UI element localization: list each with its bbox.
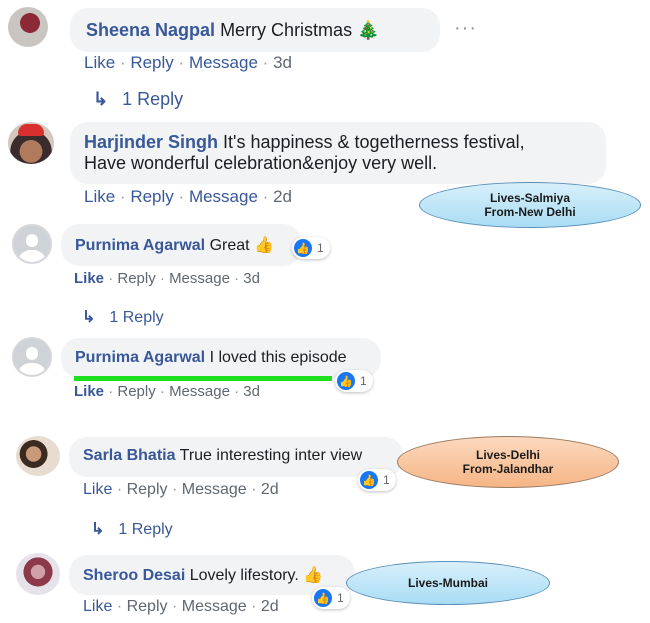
- commenter-name-6[interactable]: Sheroo Desai: [83, 567, 185, 584]
- message-button[interactable]: Message: [189, 53, 258, 72]
- reply-button[interactable]: Reply: [130, 187, 173, 206]
- annotation-delhi: Lives-Delhi From-Jalandhar: [397, 436, 619, 488]
- message-button[interactable]: Message: [182, 598, 247, 615]
- comment-text-4: I loved this episode: [209, 349, 347, 366]
- comment-bubble-4: Purnima Agarwal I loved this episode: [61, 338, 381, 378]
- reply-arrow-icon: ↳: [91, 521, 105, 538]
- comment-actions-4: Like · Reply · Message · 3d: [74, 383, 260, 400]
- avatar-purnima-2[interactable]: [12, 337, 52, 377]
- reaction-count-4[interactable]: 👍 1: [335, 370, 373, 392]
- like-button[interactable]: Like: [84, 187, 115, 206]
- view-replies-1[interactable]: ↳ 1 Reply: [93, 89, 183, 110]
- reaction-count-6[interactable]: 👍 1: [312, 587, 350, 609]
- like-reaction-icon: 👍: [294, 239, 312, 257]
- comment-text-6: Lovely lifestory.: [189, 567, 299, 584]
- tree-emoji-icon: 🎄: [357, 20, 380, 40]
- comment-actions-2: Like · Reply · Message · 2d: [84, 187, 292, 206]
- timestamp: 2d: [260, 481, 279, 498]
- like-reaction-icon: 👍: [314, 589, 332, 607]
- annotation-mumbai: Lives-Mumbai: [346, 561, 550, 605]
- reaction-count-5[interactable]: 👍 1: [358, 469, 396, 491]
- commenter-name-5[interactable]: Sarla Bhatia: [83, 447, 175, 464]
- comment-actions-5: Like · Reply · Message · 2d: [83, 481, 279, 498]
- comment-text-2a: It's happiness & togetherness festival,: [223, 132, 525, 152]
- comment-actions-6: Like · Reply · Message · 2d: [83, 598, 279, 615]
- avatar-harjinder[interactable]: [8, 122, 54, 164]
- like-button[interactable]: Like: [74, 383, 104, 400]
- message-button[interactable]: Message: [182, 481, 247, 498]
- reply-button[interactable]: Reply: [117, 383, 155, 400]
- avatar-sheroo[interactable]: [16, 553, 60, 595]
- commenter-name-2[interactable]: Harjinder Singh: [84, 132, 218, 152]
- commenter-name-1[interactable]: Sheena Nagpal: [86, 20, 215, 40]
- comment-bubble-6: Sheroo Desai Lovely lifestory. 👍: [69, 555, 355, 595]
- comment-bubble-5: Sarla Bhatia True interesting inter view: [69, 437, 403, 477]
- message-button[interactable]: Message: [169, 383, 230, 400]
- avatar-sarla[interactable]: [16, 436, 60, 476]
- like-button[interactable]: Like: [83, 481, 112, 498]
- like-button[interactable]: Like: [84, 53, 115, 72]
- reply-button[interactable]: Reply: [117, 270, 155, 287]
- reply-button[interactable]: Reply: [127, 598, 168, 615]
- thumbs-up-emoji-icon: 👍: [254, 237, 274, 254]
- like-button[interactable]: Like: [83, 598, 112, 615]
- avatar-sheena[interactable]: [8, 7, 48, 47]
- annotation-salmiya: Lives-Salmiya From-New Delhi: [419, 182, 641, 228]
- comment-bubble-3: Purnima Agarwal Great 👍: [61, 224, 301, 266]
- reply-arrow-icon: ↳: [93, 89, 109, 109]
- comment-actions-1: Like · Reply · Message · 3d: [84, 53, 292, 72]
- comment-text-3: Great: [209, 237, 250, 254]
- like-reaction-icon: 👍: [360, 471, 378, 489]
- thumbs-up-emoji-icon: 👍: [303, 567, 324, 584]
- view-replies-3[interactable]: ↳ 1 Reply: [82, 307, 164, 327]
- timestamp: 2d: [260, 598, 279, 615]
- comment-text-1: Merry Christmas: [220, 20, 353, 40]
- highlight-underline: [74, 376, 332, 381]
- commenter-name-4[interactable]: Purnima Agarwal: [75, 349, 205, 366]
- comment-bubble-1: Sheena Nagpal Merry Christmas 🎄: [70, 8, 440, 52]
- view-replies-5[interactable]: ↳ 1 Reply: [91, 519, 173, 539]
- reply-arrow-icon: ↳: [82, 309, 96, 326]
- reply-button[interactable]: Reply: [130, 53, 173, 72]
- commenter-name-3[interactable]: Purnima Agarwal: [75, 237, 205, 254]
- comment-bubble-2: Harjinder Singh It's happiness & togethe…: [70, 122, 606, 184]
- timestamp: 3d: [243, 270, 260, 287]
- like-reaction-icon: 👍: [337, 372, 355, 390]
- message-button[interactable]: Message: [189, 187, 258, 206]
- comment-text-2b: Have wonderful celebration&enjoy very we…: [84, 153, 438, 173]
- timestamp: 2d: [273, 187, 292, 206]
- comment-text-5: True interesting inter view: [179, 447, 363, 464]
- avatar-purnima-1[interactable]: [12, 224, 52, 264]
- more-options-icon[interactable]: ···: [454, 17, 477, 40]
- timestamp: 3d: [273, 53, 292, 72]
- comment-actions-3: Like · Reply · Message · 3d: [74, 270, 260, 287]
- reply-button[interactable]: Reply: [127, 481, 168, 498]
- like-button[interactable]: Like: [74, 270, 104, 287]
- reaction-count-3[interactable]: 👍 1: [292, 237, 330, 259]
- timestamp: 3d: [243, 383, 260, 400]
- message-button[interactable]: Message: [169, 270, 230, 287]
